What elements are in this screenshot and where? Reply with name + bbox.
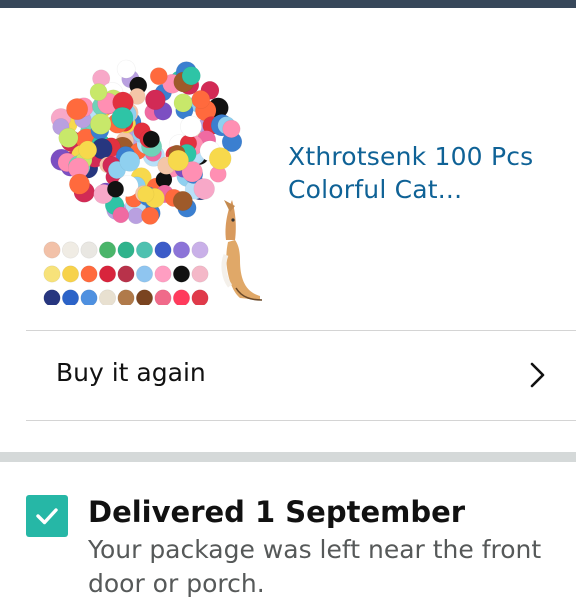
pompom-ball xyxy=(208,147,232,170)
color-swatch xyxy=(154,265,172,283)
color-swatch xyxy=(98,289,116,307)
pompom-ball xyxy=(191,90,211,109)
color-swatch xyxy=(98,265,116,283)
pompom-ball xyxy=(172,191,193,212)
pompom-ball xyxy=(111,106,134,129)
pompom-ball xyxy=(58,127,79,148)
section-separator xyxy=(0,452,576,462)
divider xyxy=(26,420,576,421)
color-swatch xyxy=(136,265,154,283)
pompom-ball xyxy=(142,130,160,148)
color-swatch xyxy=(191,289,209,307)
pompom-ball xyxy=(89,83,108,102)
color-swatch xyxy=(98,241,116,259)
color-swatch xyxy=(80,241,98,259)
cat-figure xyxy=(221,200,263,301)
buy-it-again-label: Buy it again xyxy=(56,358,206,387)
delivery-status-title: Delivered 1 September xyxy=(88,495,466,529)
color-swatch xyxy=(136,241,154,259)
color-swatch xyxy=(61,265,79,283)
color-swatch xyxy=(154,289,172,307)
color-swatch xyxy=(117,241,135,259)
color-swatch xyxy=(117,289,135,307)
color-swatch xyxy=(173,289,191,307)
pompom-ball xyxy=(116,59,136,79)
pompom-ball xyxy=(66,98,89,121)
color-swatch xyxy=(191,241,209,259)
pompom-ball xyxy=(119,150,141,172)
pompom-ball xyxy=(149,67,168,86)
top-header-bar xyxy=(0,0,576,8)
color-swatch xyxy=(43,241,61,259)
pompom-ball xyxy=(222,119,241,138)
pompom-ball xyxy=(173,93,193,113)
color-swatch xyxy=(173,265,191,283)
color-swatch xyxy=(43,289,61,307)
check-icon xyxy=(26,495,68,537)
pompom-ball xyxy=(193,178,215,200)
color-swatch xyxy=(117,265,135,283)
pompom-ball xyxy=(90,113,112,135)
pompom-ball xyxy=(112,206,130,224)
delivery-status-description: Your package was left near the front doo… xyxy=(88,535,542,598)
pompom-ball xyxy=(107,180,125,198)
color-swatch xyxy=(61,241,79,259)
color-swatch xyxy=(43,265,61,283)
pompom-ball xyxy=(145,89,166,111)
product-title-link[interactable]: Xthrotsenk 100 Pcs Colorful Cat... xyxy=(288,140,558,206)
pompom-ball xyxy=(167,149,190,172)
color-swatch xyxy=(80,265,98,283)
delivery-status: Delivered 1 September Your package was l… xyxy=(0,462,576,600)
color-swatch xyxy=(61,289,79,307)
color-swatch xyxy=(80,289,98,307)
color-swatch xyxy=(136,289,154,307)
pompom-ball xyxy=(141,206,160,225)
pompom-ball xyxy=(180,115,202,138)
pompom-ball xyxy=(137,185,155,203)
buy-it-again-button[interactable]: Buy it again xyxy=(0,331,576,420)
color-swatch xyxy=(154,241,172,259)
color-swatch xyxy=(173,241,191,259)
pompom-ball xyxy=(181,66,201,86)
product-image[interactable] xyxy=(40,50,265,307)
product-card[interactable]: Xthrotsenk 100 Pcs Colorful Cat... xyxy=(0,8,576,330)
color-swatch xyxy=(191,265,209,283)
pompom-ball xyxy=(78,140,98,160)
chevron-right-icon xyxy=(530,362,546,388)
pompom-ball xyxy=(68,173,90,195)
